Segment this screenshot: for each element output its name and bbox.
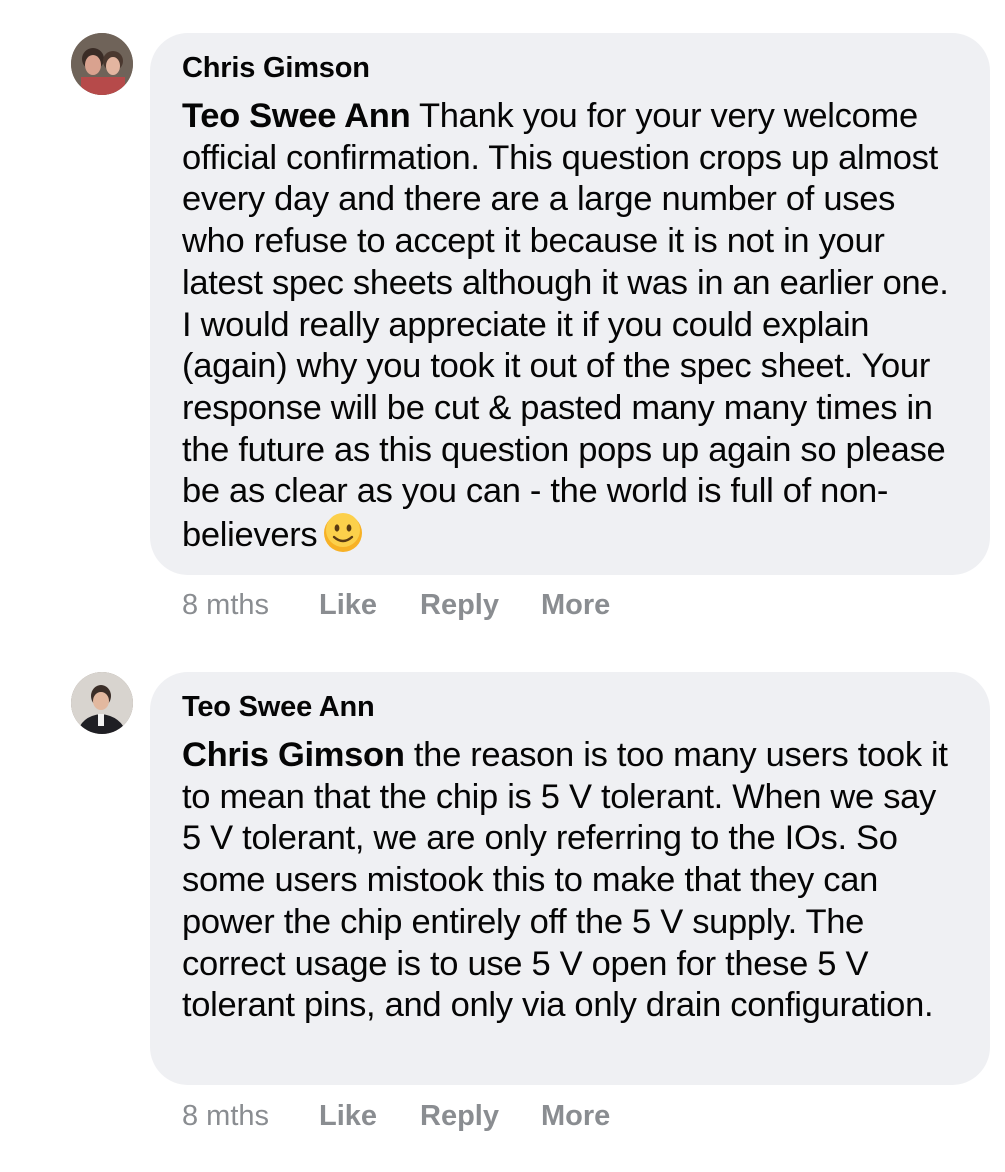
comment-author[interactable]: Teo Swee Ann bbox=[182, 690, 960, 724]
more-button[interactable]: More bbox=[541, 588, 610, 622]
reply-button[interactable]: Reply bbox=[420, 1099, 541, 1133]
comment-text: Teo Swee Ann Thank you for your very wel… bbox=[182, 96, 960, 557]
mention-link[interactable]: Teo Swee Ann bbox=[182, 97, 411, 135]
mention-link[interactable]: Chris Gimson bbox=[182, 736, 405, 774]
comment-timestamp[interactable]: 8 mths bbox=[182, 588, 319, 622]
comment-body: Thank you for your very welcome official… bbox=[182, 97, 949, 555]
more-button[interactable]: More bbox=[541, 1099, 610, 1133]
comment-actions: 8 mths Like Reply More bbox=[182, 588, 610, 622]
comment-actions: 8 mths Like Reply More bbox=[182, 1099, 610, 1133]
comment-bubble: Chris Gimson Teo Swee Ann Thank you for … bbox=[150, 33, 990, 575]
avatar[interactable] bbox=[71, 672, 133, 734]
comment-text: Chris Gimson the reason is too many user… bbox=[182, 735, 960, 1027]
comment-bubble: Teo Swee Ann Chris Gimson the reason is … bbox=[150, 672, 990, 1085]
like-button[interactable]: Like bbox=[319, 1099, 420, 1133]
smiley-face-icon bbox=[323, 513, 363, 553]
avatar[interactable] bbox=[71, 33, 133, 95]
comment-author[interactable]: Chris Gimson bbox=[182, 51, 960, 85]
reply-button[interactable]: Reply bbox=[420, 588, 541, 622]
like-button[interactable]: Like bbox=[319, 588, 420, 622]
comment-body: the reason is too many users took it to … bbox=[182, 736, 948, 1025]
comment-timestamp[interactable]: 8 mths bbox=[182, 1099, 319, 1133]
